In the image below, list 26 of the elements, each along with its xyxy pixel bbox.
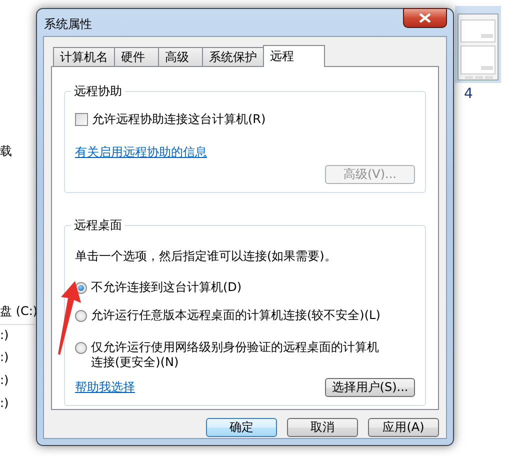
radio-label: 不允许连接到这台计算机(D) [91,280,243,295]
explorer-item-text: :) [0,373,9,387]
group-title: 远程协助 [73,83,123,100]
instruction-text: 单击一个选项，然后指定谁可以连接(如果需要)。 [75,248,338,265]
explorer-item-text: :) [0,396,9,410]
group-title: 远程桌面 [73,217,123,234]
radio-label: 仅允许运行使用网络级别身份验证的远程桌面的计算机连接(更安全)(N) [91,340,380,370]
tab[interactable]: 计算机名 [53,47,115,66]
info-link[interactable]: 有关启用远程协助的信息 [75,144,207,161]
page-number: 4 [464,86,473,102]
explorer-item-text: :) [0,350,9,364]
window-title: 系统属性 [44,16,93,33]
explorer-item-text: 盘 (C:) [0,303,38,320]
dialog-button[interactable]: 应用(A) [368,418,439,437]
radio-label: 允许运行任意版本远程桌面的计算机连接(较不安全)(L) [91,308,382,323]
explorer-item-text: 载 [0,143,12,160]
dialog-button[interactable]: 确定 [206,418,277,437]
tab[interactable]: 硬件 [114,47,159,66]
help-link[interactable]: 帮助我选择 [75,379,135,396]
tab[interactable]: 远程 [263,45,325,67]
select-users-button[interactable]: 选择用户(S)... [325,378,415,397]
checkbox-label: 允许远程协助连接这台计算机(R) [92,111,266,128]
tab[interactable]: 高级 [158,47,203,66]
dialog-button[interactable]: 取消 [287,418,358,437]
explorer-item-text: :) [0,328,9,342]
tab[interactable]: 系统保护 [202,47,264,66]
